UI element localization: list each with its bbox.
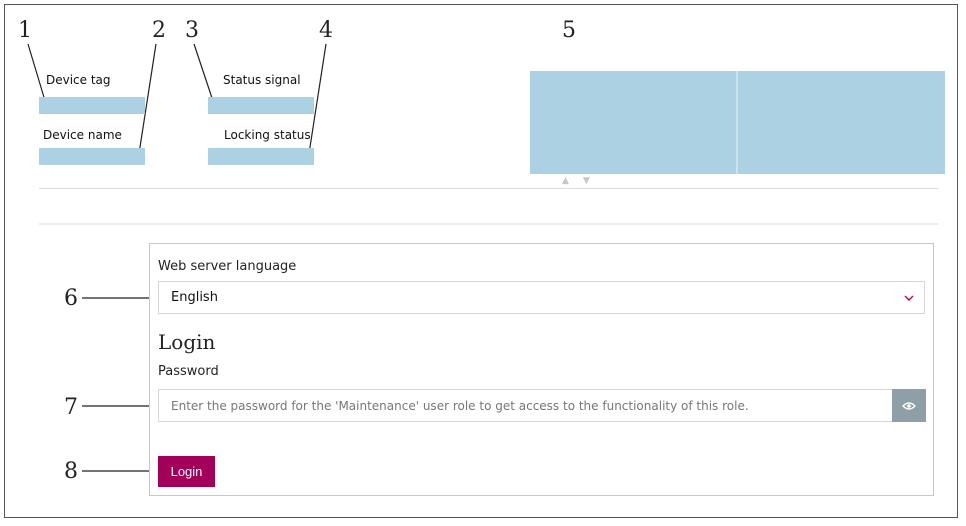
language-select[interactable]: English — [158, 281, 925, 314]
image-divider — [736, 71, 738, 174]
device-tag-label: Device tag — [46, 73, 111, 87]
language-label: Web server language — [158, 259, 297, 274]
triangle-arrows-icon[interactable]: ▲▼ — [562, 176, 604, 186]
locking-status-field — [208, 148, 314, 165]
eye-icon — [902, 396, 916, 415]
leader-line-1 — [27, 43, 47, 105]
password-label: Password — [158, 364, 219, 379]
section-divider — [39, 223, 938, 225]
status-signal-field — [208, 97, 314, 114]
device-name-label: Device name — [43, 128, 122, 142]
status-signal-label: Status signal — [223, 73, 301, 87]
chevron-down-icon — [904, 291, 914, 305]
language-selected-value: English — [171, 290, 218, 305]
password-field-wrapper — [158, 389, 892, 422]
locking-status-label: Locking status — [224, 128, 311, 142]
leader-line-3 — [193, 43, 215, 105]
password-input[interactable] — [159, 390, 892, 421]
device-name-field — [39, 148, 145, 165]
login-button[interactable]: Login — [158, 456, 215, 487]
login-title: Login — [158, 330, 216, 354]
header-divider — [39, 188, 938, 189]
device-tag-field — [39, 97, 145, 114]
show-password-button[interactable] — [892, 389, 926, 422]
